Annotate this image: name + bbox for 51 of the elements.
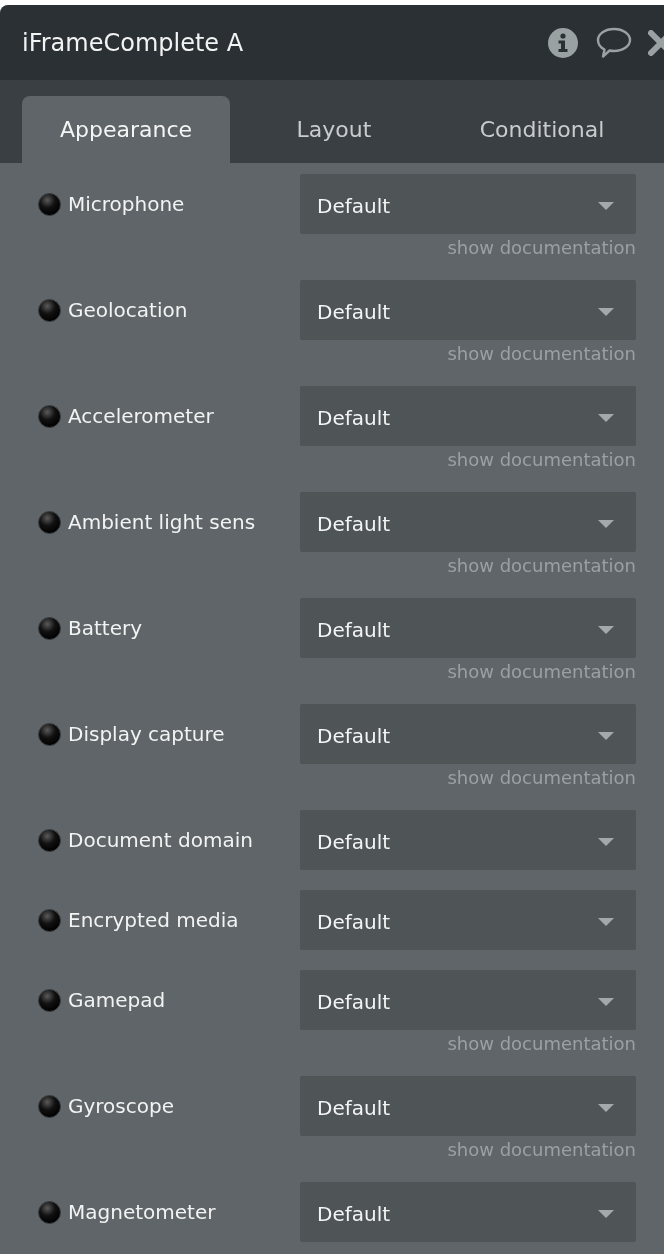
caret-icon: [598, 838, 614, 846]
caret-icon: [598, 626, 614, 634]
property-label: Document domain: [68, 828, 253, 852]
permission-dropdown[interactable]: Default: [300, 1076, 636, 1136]
permission-dropdown[interactable]: Default: [300, 704, 636, 764]
permission-dropdown[interactable]: Default: [300, 492, 636, 552]
permission-dropdown[interactable]: Default: [300, 810, 636, 870]
caret-icon: [598, 1104, 614, 1112]
bullet-icon: [38, 404, 61, 428]
property-label: Geolocation: [68, 298, 188, 322]
bullet-icon: [38, 722, 61, 746]
panel-title: iFrameComplete A: [22, 28, 245, 57]
permission-dropdown[interactable]: Default: [300, 1182, 636, 1242]
permission-dropdown[interactable]: Default: [300, 970, 636, 1030]
bullet-icon: [38, 988, 61, 1012]
bullet-icon: [38, 298, 61, 322]
permission-dropdown[interactable]: Default: [300, 280, 636, 340]
property-label: Magnetometer: [68, 1200, 216, 1224]
bullet-icon: [38, 616, 61, 640]
bullet-icon: [38, 908, 61, 932]
permission-dropdown[interactable]: Default: [300, 890, 636, 950]
caret-icon: [598, 414, 614, 422]
property-label: Display capture: [68, 722, 225, 746]
permission-dropdown[interactable]: Default: [300, 598, 636, 658]
comment-icon[interactable]: [596, 27, 632, 58]
bullet-icon: [38, 192, 61, 216]
tab[interactable]: Appearance: [22, 96, 230, 163]
bullet-icon: [38, 1094, 61, 1118]
permission-dropdown[interactable]: Default: [300, 386, 636, 446]
property-label: Gamepad: [68, 988, 166, 1012]
info-icon[interactable]: [548, 27, 578, 58]
caret-icon: [598, 998, 614, 1006]
tab[interactable]: Layout: [230, 96, 438, 163]
caret-icon: [598, 918, 614, 926]
bullet-icon: [38, 1200, 61, 1224]
close-icon[interactable]: [648, 29, 664, 56]
caret-icon: [598, 1210, 614, 1218]
bullet-icon: [38, 828, 61, 852]
property-label: Ambient light sens: [68, 510, 256, 534]
caret-icon: [598, 308, 614, 316]
property-label: Gyroscope: [68, 1094, 174, 1118]
bullet-icon: [38, 510, 61, 534]
tab[interactable]: Conditional: [438, 96, 646, 163]
caret-icon: [598, 202, 614, 210]
property-label: Accelerometer: [68, 404, 214, 428]
caret-icon: [598, 520, 614, 528]
property-label: Encrypted media: [68, 908, 239, 932]
caret-icon: [598, 732, 614, 740]
permission-dropdown[interactable]: Default: [300, 174, 636, 234]
property-label: Microphone: [68, 192, 185, 216]
property-label: Battery: [68, 616, 143, 640]
